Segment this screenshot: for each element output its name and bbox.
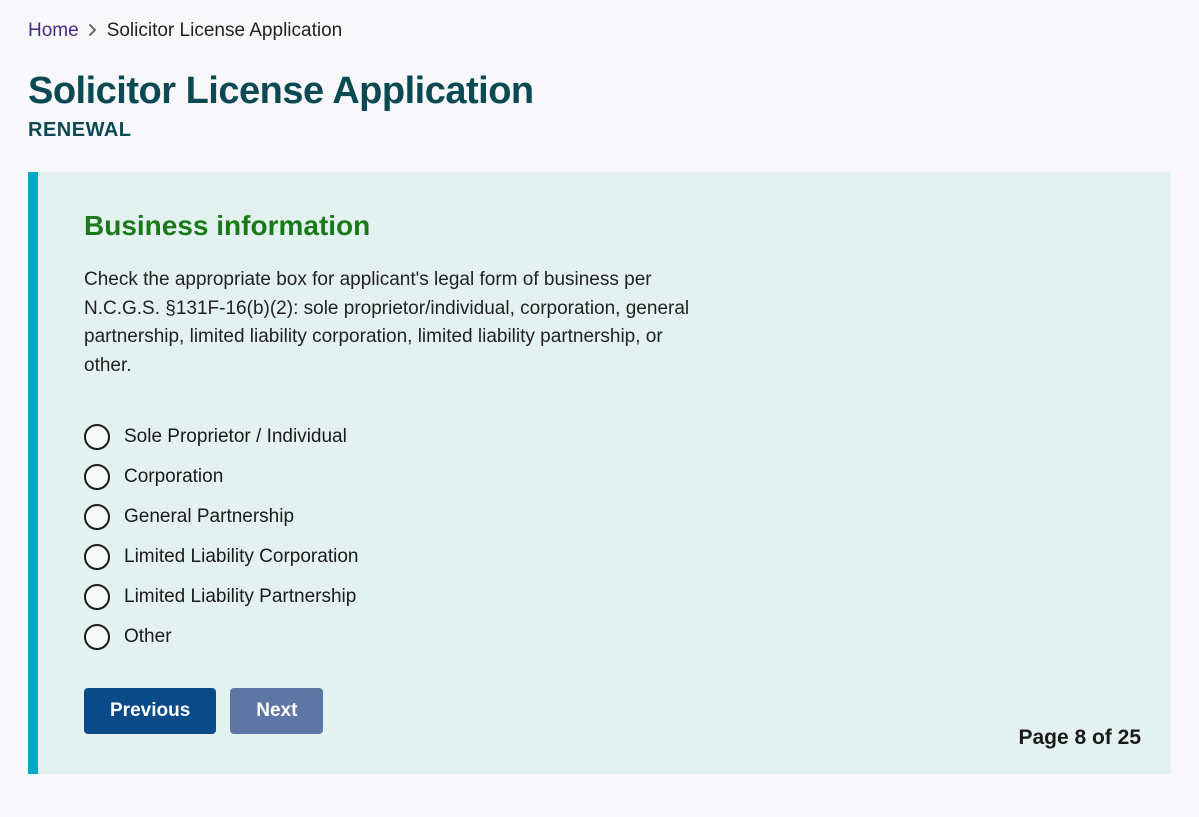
breadcrumb-current: Solicitor License Application [107, 20, 343, 42]
radio-option-general-partnership[interactable]: General Partnership [84, 504, 1125, 530]
radio-icon [84, 624, 110, 650]
breadcrumb-home-link[interactable]: Home [28, 20, 79, 42]
section-heading: Business information [84, 210, 1125, 242]
radio-label: Limited Liability Partnership [124, 586, 356, 608]
radio-label: Other [124, 626, 172, 648]
radio-option-llp[interactable]: Limited Liability Partnership [84, 584, 1125, 610]
radio-icon [84, 464, 110, 490]
radio-label: Corporation [124, 466, 223, 488]
radio-label: General Partnership [124, 506, 294, 528]
breadcrumb: Home Solicitor License Application [28, 20, 1171, 42]
radio-option-corporation[interactable]: Corporation [84, 464, 1125, 490]
radio-label: Sole Proprietor / Individual [124, 426, 347, 448]
page-subtitle: RENEWAL [28, 119, 1171, 142]
business-type-radio-group: Sole Proprietor / Individual Corporation… [84, 424, 1125, 650]
form-panel: Business information Check the appropria… [28, 172, 1171, 774]
radio-option-other[interactable]: Other [84, 624, 1125, 650]
page-title: Solicitor License Application [28, 70, 1171, 113]
radio-icon [84, 584, 110, 610]
previous-button[interactable]: Previous [84, 688, 216, 734]
radio-option-sole-proprietor[interactable]: Sole Proprietor / Individual [84, 424, 1125, 450]
radio-option-llc[interactable]: Limited Liability Corporation [84, 544, 1125, 570]
page-indicator: Page 8 of 25 [1018, 726, 1141, 750]
next-button[interactable]: Next [230, 688, 323, 734]
radio-icon [84, 424, 110, 450]
radio-label: Limited Liability Corporation [124, 546, 358, 568]
button-row: Previous Next [84, 688, 1125, 734]
radio-icon [84, 544, 110, 570]
instructions-text: Check the appropriate box for applicant'… [84, 266, 694, 380]
radio-icon [84, 504, 110, 530]
chevron-right-icon [89, 23, 97, 39]
